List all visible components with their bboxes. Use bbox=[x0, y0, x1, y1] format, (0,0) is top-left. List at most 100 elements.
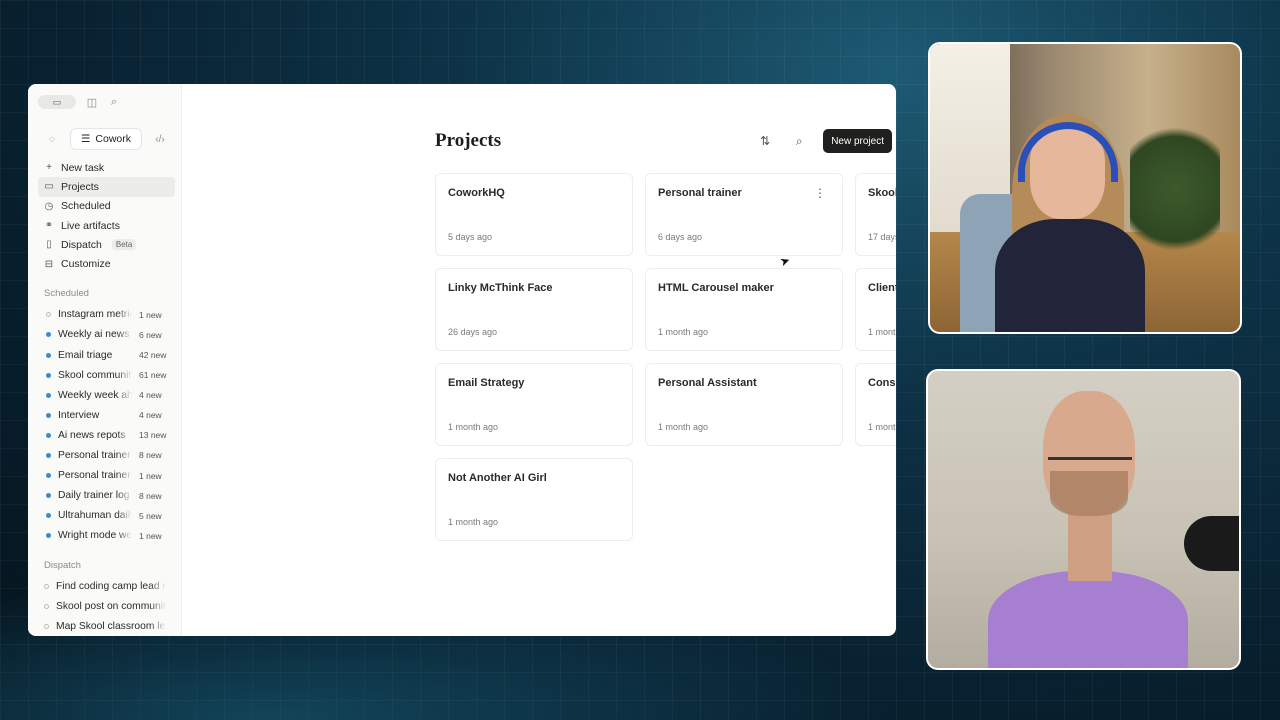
main-content: Projects ⇅ ⌕ New project CoworkHQ 5 days … bbox=[182, 84, 896, 636]
scheduled-item-name: Wright mode weekly bbox=[58, 530, 132, 542]
scheduled-item-name: Ultrahuman daily bbox=[58, 510, 132, 522]
project-card[interactable]: Personal Assistant 1 month ago bbox=[645, 363, 843, 446]
status-dot-icon bbox=[46, 312, 51, 318]
status-dot-icon bbox=[46, 352, 51, 358]
status-dot-icon bbox=[46, 372, 51, 378]
chat-mode-icon[interactable]: ◌ bbox=[38, 134, 66, 145]
sidebar-item-label: Live artifacts bbox=[61, 219, 120, 232]
cowork-icon: ☰ bbox=[81, 133, 91, 145]
project-date: 1 month ago bbox=[868, 327, 896, 337]
mode-switch: ◌ ☰ Cowork ‹/› bbox=[38, 128, 175, 150]
sidebar-top-icons: ▭ ◫ ⌕ bbox=[38, 94, 175, 110]
webcam-beard bbox=[1050, 471, 1128, 516]
dispatch-item-name: Skool post on community bbox=[56, 601, 166, 613]
scheduled-item[interactable]: Instagram metrics 1 new bbox=[38, 305, 175, 325]
scheduled-item[interactable]: Interview 4 new bbox=[38, 405, 175, 425]
webcam-tile-host bbox=[928, 42, 1242, 334]
project-grid: CoworkHQ 5 days ago Personal trainer 6 days… bbox=[435, 173, 896, 541]
scheduled-item-name: Weekly week ahead bbox=[58, 389, 132, 401]
project-title: Linky McThink Face bbox=[448, 282, 553, 294]
project-card[interactable]: Consults 1 month ago bbox=[855, 363, 896, 446]
project-card[interactable]: HTML Carousel maker 1 month ago bbox=[645, 268, 843, 351]
project-title: Not Another AI Girl bbox=[448, 472, 547, 484]
dispatch-item[interactable]: Find coding camp lead magnets bbox=[38, 577, 175, 597]
code-mode-icon[interactable]: ‹/› bbox=[146, 134, 174, 145]
scheduled-item[interactable]: Personal trainer check 8 new bbox=[38, 445, 175, 465]
scheduled-item-name: Ai news repots bbox=[58, 429, 126, 441]
project-date: 5 days ago bbox=[448, 232, 493, 242]
status-dot-icon bbox=[46, 392, 51, 398]
project-title: Email Strategy bbox=[448, 377, 525, 389]
scheduled-item[interactable]: Weekly ai news recap 6 new bbox=[38, 325, 175, 345]
scheduled-item-name: Personal trainer check bbox=[58, 449, 132, 461]
projects-toolbar: ⇅ ⌕ New project bbox=[755, 129, 892, 153]
scheduled-item[interactable]: Weekly week ahead 4 new bbox=[38, 385, 175, 405]
sidebar-item-label: Projects bbox=[61, 180, 99, 193]
project-card[interactable]: Linky McThink Face 26 days ago bbox=[435, 268, 633, 351]
computer-icon[interactable]: ▭ bbox=[38, 95, 76, 109]
webcam-plant bbox=[1130, 114, 1220, 264]
status-dot-icon bbox=[46, 473, 51, 479]
scheduled-item-count: 6 new bbox=[139, 329, 162, 340]
scheduled-item[interactable]: Daily trainer log 8 new bbox=[38, 486, 175, 506]
scheduled-item-name: Email triage bbox=[58, 349, 113, 361]
scheduled-item-name: Daily trainer log bbox=[58, 490, 130, 502]
scheduled-section-label: Scheduled bbox=[44, 287, 89, 299]
project-card[interactable]: Email Strategy 1 month ago bbox=[435, 363, 633, 446]
cowork-mode-button[interactable]: ☰ Cowork bbox=[70, 128, 143, 150]
project-card[interactable]: CoworkHQ 5 days ago bbox=[435, 173, 633, 256]
sidebar-item-label: New task bbox=[61, 161, 105, 174]
sidebar-item-scheduled[interactable]: ◷ Scheduled bbox=[38, 197, 175, 216]
webcam-body bbox=[995, 219, 1145, 332]
status-dot-icon bbox=[46, 432, 51, 438]
scheduled-item-name: Skool community bbox=[58, 369, 132, 381]
project-card[interactable]: Not Another AI Girl 1 month ago bbox=[435, 458, 633, 541]
status-dot-icon bbox=[46, 513, 51, 519]
sidebar-item-dispatch[interactable]: ▯ Dispatch Beta bbox=[38, 235, 175, 254]
status-dot-icon bbox=[44, 624, 49, 630]
scheduled-item[interactable]: Skool community 61 new bbox=[38, 365, 175, 385]
search-icon[interactable]: ⌕ bbox=[108, 96, 120, 109]
project-card[interactable]: Clients 1 month ago bbox=[855, 268, 896, 351]
sidebar-item-projects[interactable]: ▭ Projects bbox=[38, 177, 175, 197]
project-card[interactable]: Skool 17 days ago bbox=[855, 173, 896, 256]
search-projects-icon[interactable]: ⌕ bbox=[789, 134, 809, 149]
sidebar-toggle-icon[interactable]: ◫ bbox=[86, 96, 98, 109]
scheduled-item-count: 5 new bbox=[139, 510, 162, 521]
scheduled-item[interactable]: Personal trainer plan 1 new bbox=[38, 466, 175, 486]
dispatch-item[interactable]: Skool post on community bbox=[38, 597, 175, 617]
status-dot-icon bbox=[44, 604, 49, 610]
sort-icon[interactable]: ⇅ bbox=[755, 134, 775, 148]
scheduled-item[interactable]: Ai news repots 13 new bbox=[38, 425, 175, 445]
status-dot-icon bbox=[46, 332, 51, 338]
sidebar-item-live-artifacts[interactable]: ⚭ Live artifacts bbox=[38, 216, 175, 235]
status-dot-icon bbox=[46, 493, 51, 499]
sidebar-item-new-task[interactable]: + New task bbox=[38, 158, 175, 177]
sidebar-item-icon: ▯ bbox=[46, 239, 52, 251]
scheduled-item-count: 42 new bbox=[139, 350, 167, 361]
sidebar-item-label: Customize bbox=[61, 258, 111, 271]
sidebar-item-icon: ⊟ bbox=[44, 258, 54, 270]
project-title: CoworkHQ bbox=[448, 187, 505, 199]
project-date: 1 month ago bbox=[448, 422, 499, 432]
project-date: 1 month ago bbox=[868, 422, 896, 432]
scheduled-item-count: 13 new bbox=[139, 430, 167, 441]
more-options-icon[interactable]: ⋮ bbox=[814, 186, 826, 200]
dispatch-item[interactable]: Map Skool classroom lessons bbox=[38, 617, 175, 636]
dispatch-section-label: Dispatch bbox=[44, 559, 81, 571]
project-date: 1 month ago bbox=[658, 327, 709, 337]
cowork-mode-label: Cowork bbox=[95, 133, 132, 145]
sidebar: ▭ ◫ ⌕ ◌ ☰ Cowork ‹/› + New task ▭ Projects ◷… bbox=[28, 84, 182, 636]
scheduled-item-name: Instagram metrics bbox=[58, 309, 132, 321]
scheduled-item[interactable]: Ultrahuman daily 5 new bbox=[38, 506, 175, 526]
sidebar-item-customize[interactable]: ⊟ Customize bbox=[38, 254, 175, 273]
sidebar-item-icon: ▭ bbox=[44, 181, 54, 193]
project-card[interactable]: Personal trainer 6 days ago ⋮ bbox=[645, 173, 843, 256]
scheduled-item[interactable]: Wright mode weekly 1 new bbox=[38, 526, 175, 546]
scheduled-item[interactable]: Email triage 42 new bbox=[38, 345, 175, 365]
scheduled-item-count: 4 new bbox=[139, 390, 162, 401]
scheduled-item-count: 1 new bbox=[139, 530, 162, 541]
new-project-button[interactable]: New project bbox=[823, 129, 892, 153]
project-date: 6 days ago bbox=[658, 232, 703, 242]
sidebar-item-label: Dispatch bbox=[61, 238, 102, 251]
